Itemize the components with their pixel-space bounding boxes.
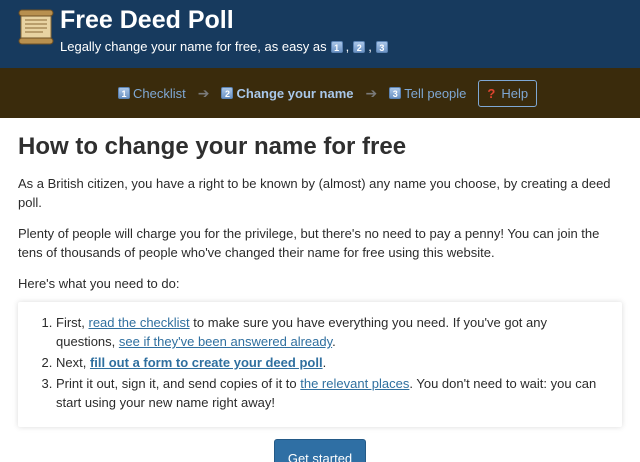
tagline-separator: , (368, 39, 372, 54)
site-header: Free Deed Poll Legally change your name … (0, 0, 640, 68)
tagline: Legally change your name for free, as ea… (60, 39, 391, 54)
steps-card: First, read the checklist to make sure y… (18, 302, 622, 427)
list-text: Next, (56, 355, 90, 370)
create-deed-poll-link[interactable]: fill out a form to create your deed poll (90, 355, 323, 370)
help-button[interactable]: ? Help (478, 79, 538, 107)
tagline-separator: , (345, 39, 350, 54)
arrow-right-icon: ➔ (197, 84, 210, 101)
step-navigation: 1 Checklist ➔ 2 Change your name ➔ 3 Tel… (0, 68, 640, 118)
list-text: First, (56, 315, 89, 330)
help-label: Help (501, 85, 529, 101)
relevant-places-link[interactable]: the relevant places (300, 376, 409, 391)
step-2-icon: 2 (221, 87, 234, 99)
scroll-icon[interactable] (18, 8, 54, 46)
badge-1-icon: 1 (330, 40, 343, 53)
steps-list: First, read the checklist to make sure y… (56, 313, 608, 412)
instructions-lead: Here's what you need to do: (18, 276, 180, 291)
step-1-icon: 1 (118, 87, 130, 99)
nav-step-checklist[interactable]: 1 Checklist (118, 86, 186, 101)
site-title[interactable]: Free Deed Poll (60, 6, 234, 35)
main-content: How to change your name for free As a Br… (0, 132, 640, 462)
checklist-link[interactable]: read the checklist (89, 315, 190, 330)
pricing-paragraph: Plenty of people will charge you for the… (18, 226, 600, 260)
page-title: How to change your name for free (18, 133, 407, 160)
step-3-icon: 3 (389, 87, 402, 99)
badge-3-icon: 3 (375, 40, 388, 53)
question-mark-icon: ? (487, 85, 496, 101)
list-text: . (322, 355, 327, 370)
intro-paragraph: As a British citizen, you have a right t… (18, 176, 611, 210)
list-item: Next, fill out a form to create your dee… (56, 353, 608, 372)
arrow-right-icon: ➔ (365, 84, 378, 101)
get-started-button[interactable]: Get started (273, 439, 367, 462)
nav-step-label: Checklist (133, 85, 186, 101)
tagline-text: Legally change your name for free, as ea… (60, 39, 327, 54)
list-item: First, read the checklist to make sure y… (56, 313, 608, 351)
list-text: . (332, 334, 336, 349)
nav-step-label: Change your name (236, 85, 354, 101)
cta-container: Get started (18, 439, 622, 462)
faq-link[interactable]: see if they've been answered already (119, 334, 332, 349)
nav-step-label: Tell people (404, 85, 467, 101)
nav-step-tell-people[interactable]: 3 Tell people (389, 86, 466, 101)
list-item: Print it out, sign it, and send copies o… (56, 374, 608, 412)
badge-2-icon: 2 (353, 40, 366, 53)
nav-step-change-your-name[interactable]: 2 Change your name (221, 85, 354, 101)
list-text: Print it out, sign it, and send copies o… (56, 376, 301, 391)
